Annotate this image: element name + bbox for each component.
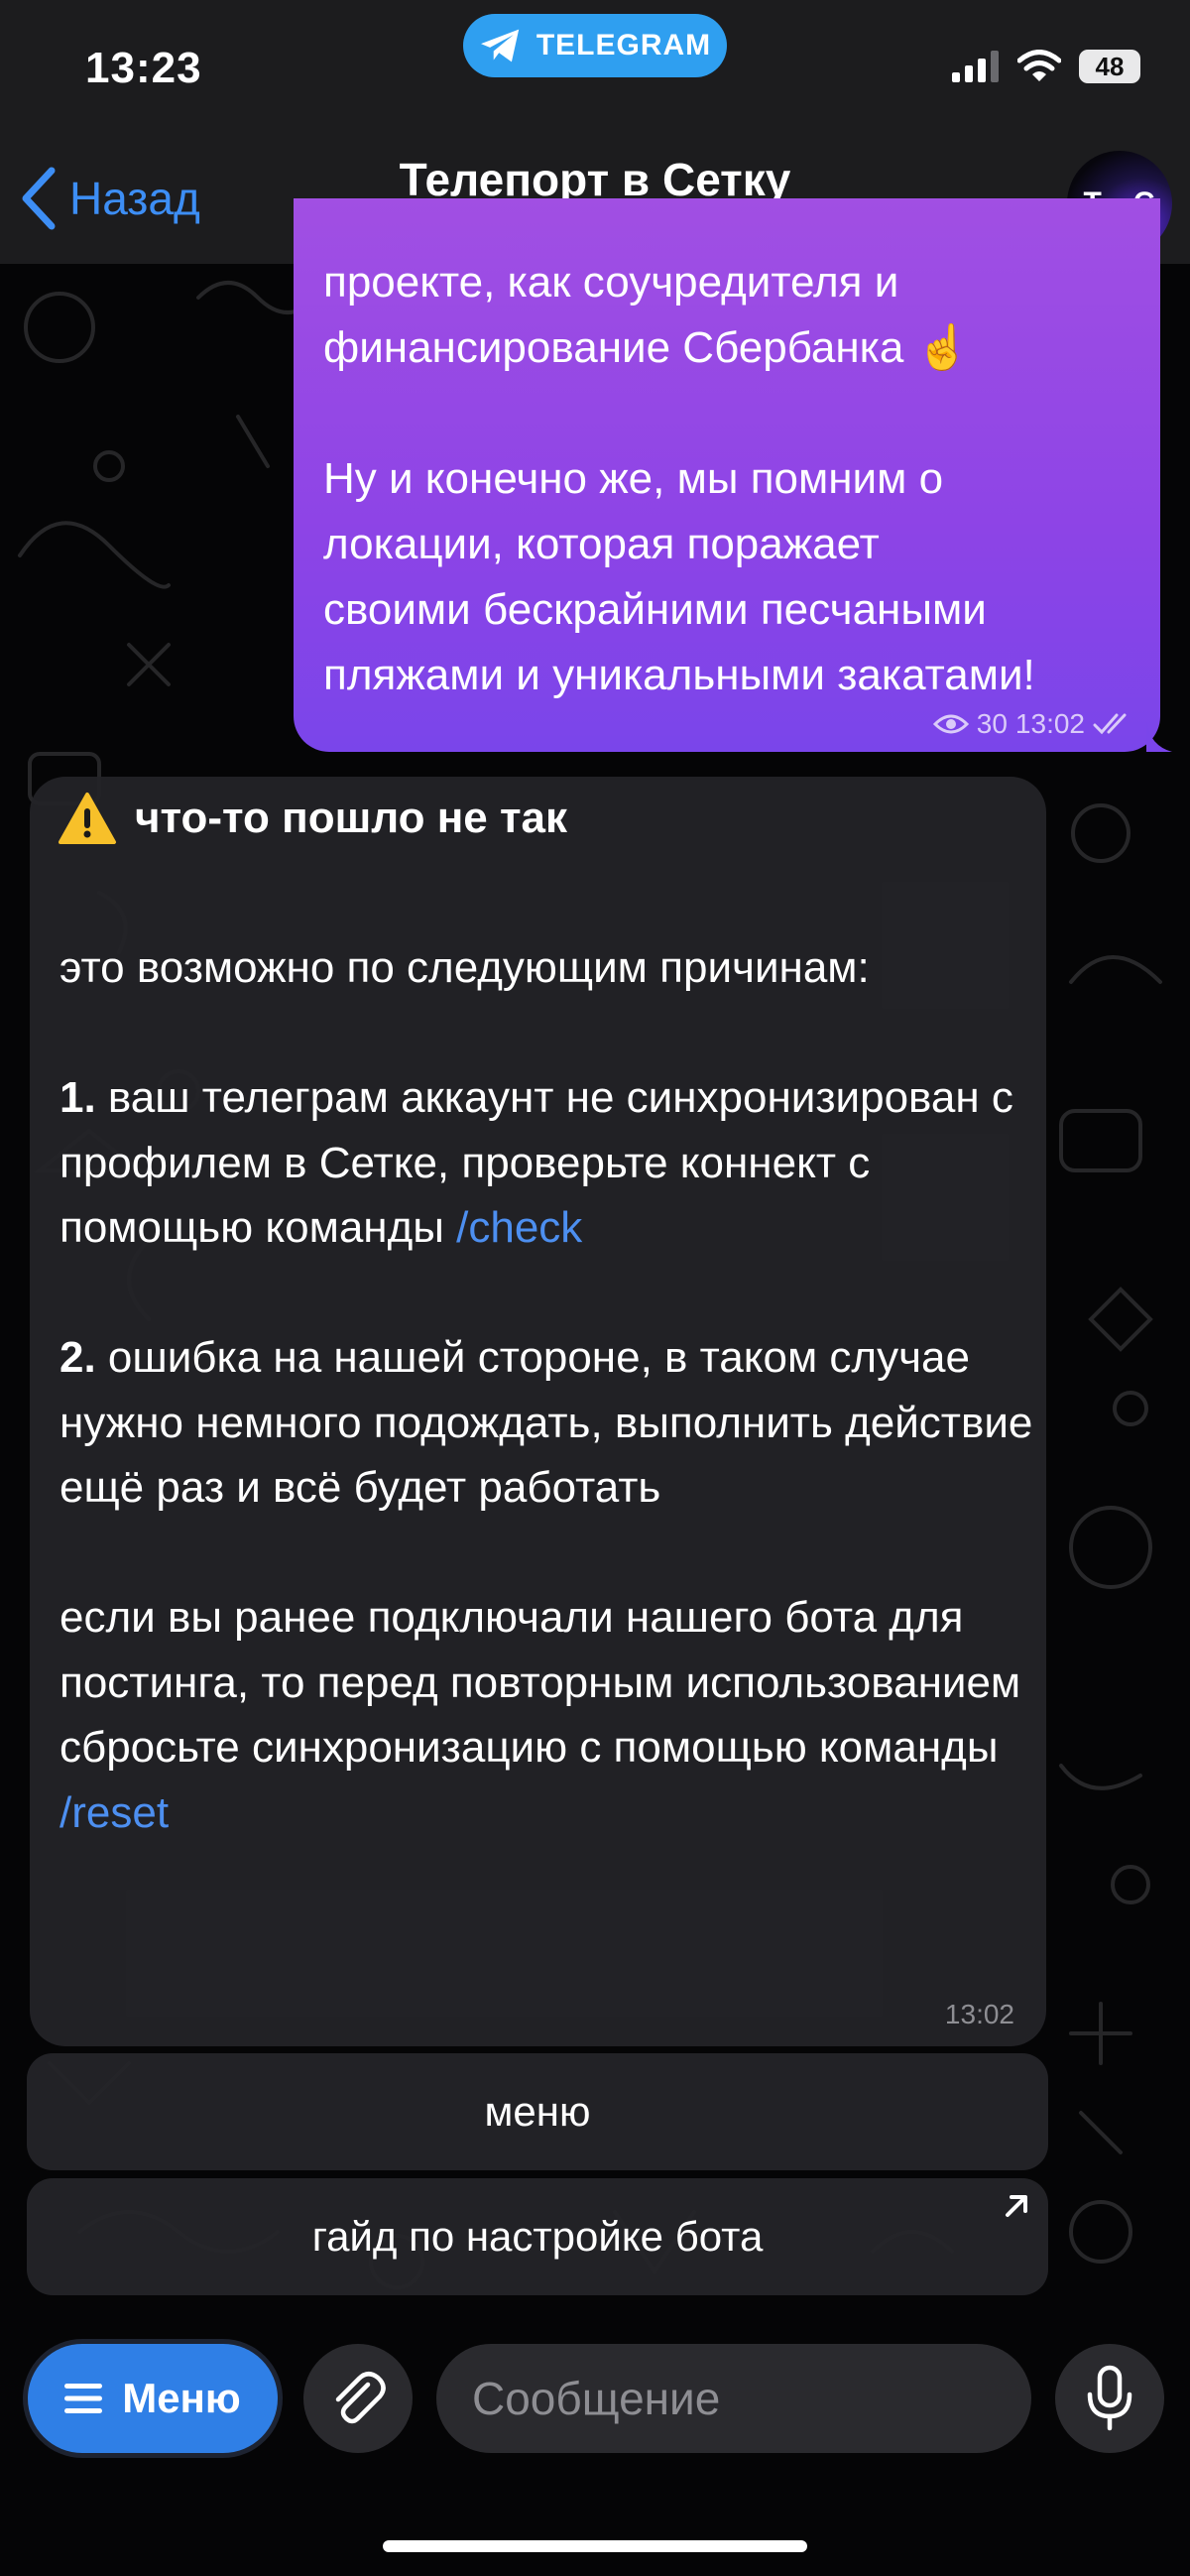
item2-text: ошибка на нашей стороне, в таком случае … [60, 1333, 1033, 1512]
check-command-link[interactable]: /check [456, 1203, 582, 1252]
message-input[interactable] [470, 2371, 1067, 2426]
item2-number: 2. [60, 1333, 96, 1382]
voice-message-button[interactable] [1055, 2344, 1164, 2453]
outro-text: если вы ранее подключали нашего бота для… [60, 1593, 1021, 1772]
external-link-arrow-icon [1006, 2195, 1027, 2217]
warning-icon [59, 793, 116, 844]
microphone-icon [1087, 2365, 1132, 2431]
bot-menu-button[interactable]: Меню [28, 2344, 278, 2453]
message-input-field[interactable] [436, 2344, 1067, 2453]
status-indicators: 48 [952, 50, 1140, 83]
telegram-app-pill[interactable]: TELEGRAM [463, 14, 727, 77]
telegram-pill-label: TELEGRAM [536, 29, 712, 61]
double-check-icon [1093, 713, 1127, 735]
inline-guide-label: гайд по настройке бота [311, 2213, 764, 2260]
battery-indicator: 48 [1079, 50, 1140, 83]
outgoing-message-meta: 30 13:02 [932, 708, 1136, 740]
reason-item-2: 2. ошибка на нашей стороне, в таком случ… [60, 1325, 1041, 1521]
incoming-message-bubble[interactable]: что-то пошло не так это возможно по след… [30, 777, 1046, 2046]
reset-command-link[interactable]: /reset [60, 1788, 169, 1837]
inline-guide-button[interactable]: гайд по настройке бота [27, 2178, 1048, 2295]
chevron-left-icon [22, 167, 56, 230]
inline-menu-label: меню [484, 2088, 591, 2135]
outro-paragraph: если вы ранее подключали нашего бота для… [60, 1585, 1041, 1845]
bubble-tail [1146, 722, 1172, 752]
back-button[interactable]: Назад [20, 167, 200, 230]
incoming-message-body: это возможно по следующим причинам: 1. в… [60, 935, 1041, 1845]
telegram-logo-icon [480, 29, 520, 62]
intro-text: это возможно по следующим причинам: [60, 943, 870, 992]
bot-menu-label: Меню [122, 2375, 241, 2421]
paperclip-icon [335, 2372, 386, 2424]
incoming-message-time: 13:02 [944, 1999, 1014, 2029]
status-bar: 13:23 TELEGRAM 48 [0, 0, 1190, 139]
view-count: 30 [976, 708, 1008, 739]
message-heading: что-то пошло не так [58, 792, 567, 845]
message-heading-text: что-то пошло не так [135, 794, 568, 842]
outgoing-message-bubble[interactable]: проекте, как соучредителя и финансирован… [294, 198, 1172, 752]
hamburger-menu-icon [64, 2384, 103, 2413]
item1-number: 1. [60, 1073, 96, 1122]
inline-menu-button[interactable]: меню [27, 2053, 1048, 2170]
reason-item-1: 1. ваш телеграм аккаунт не синхронизиров… [60, 1065, 1041, 1261]
cellular-signal-icon [952, 51, 999, 82]
outgoing-message-text: проекте, как соучредителя и финансирован… [323, 258, 1035, 699]
status-time: 13:23 [85, 44, 202, 92]
attach-button[interactable] [303, 2344, 413, 2453]
back-label: Назад [69, 173, 200, 224]
wifi-icon [1017, 50, 1061, 81]
outgoing-message-time: 13:02 [1014, 708, 1085, 739]
eye-icon [932, 714, 969, 734]
home-indicator[interactable] [383, 2540, 807, 2552]
